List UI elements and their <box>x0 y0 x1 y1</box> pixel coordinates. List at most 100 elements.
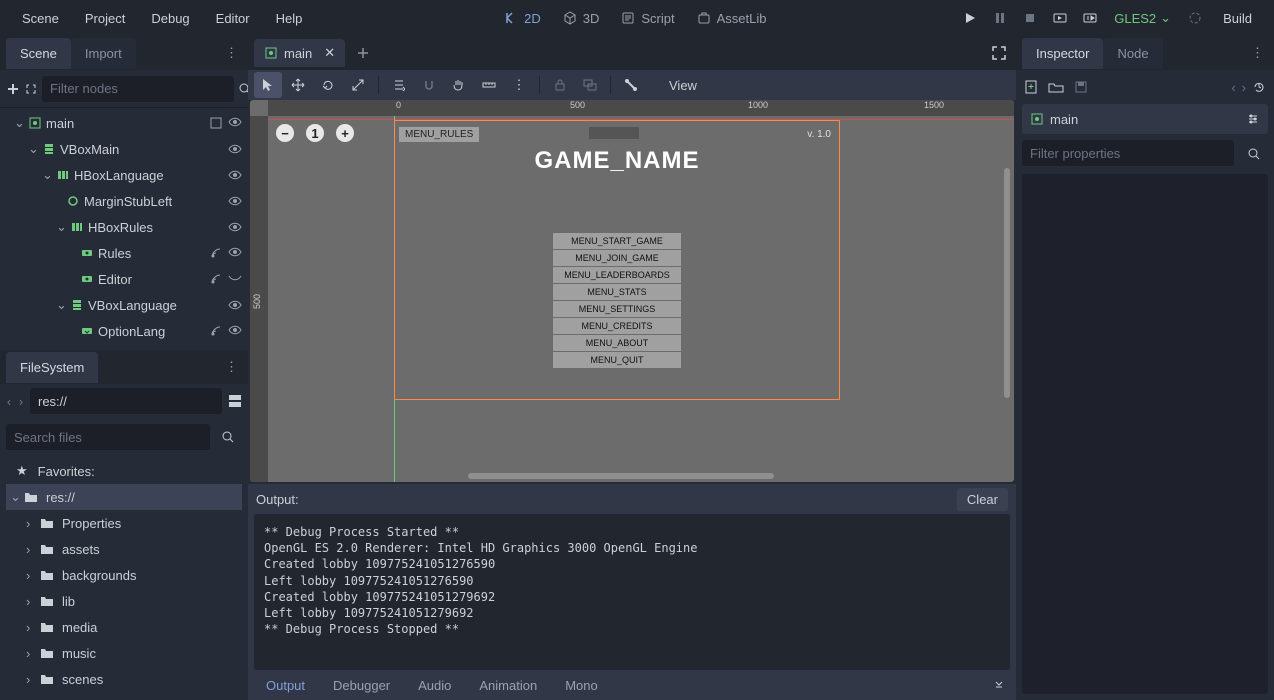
fs-folder[interactable]: ›scenes <box>6 666 242 692</box>
scale-tool[interactable] <box>344 72 372 98</box>
mode-3d[interactable]: 3D <box>553 5 610 32</box>
ruler-tool[interactable] <box>475 72 503 98</box>
menu-help[interactable]: Help <box>264 5 315 32</box>
fs-folder[interactable]: ›Properties <box>6 510 242 536</box>
build-button[interactable]: Build <box>1211 5 1264 32</box>
pause-button[interactable] <box>986 4 1014 32</box>
zoom-out-button[interactable]: − <box>276 124 294 142</box>
save-resource-icon[interactable] <box>1074 80 1088 94</box>
lock-tool[interactable] <box>546 72 574 98</box>
tree-node-marginstubleft[interactable]: MarginStubLeft <box>6 188 242 214</box>
pan-tool[interactable] <box>445 72 473 98</box>
toolbar-more[interactable]: ⋮ <box>505 72 533 98</box>
game-canvas[interactable]: MENU_RULES v. 1.0 GAME_NAME MENU_START_G… <box>394 120 840 400</box>
history-back-icon[interactable]: ‹ <box>1231 80 1235 95</box>
dock-options-icon[interactable]: ⋮ <box>1241 45 1274 61</box>
visibility-icon[interactable] <box>228 117 242 129</box>
group-tool[interactable] <box>576 72 604 98</box>
tab-audio[interactable]: Audio <box>406 672 463 699</box>
visibility-icon[interactable] <box>228 300 242 310</box>
viewport[interactable]: 0 500 1000 1500 500 − 1 + <box>250 100 1014 482</box>
stop-button[interactable] <box>1016 4 1044 32</box>
close-icon[interactable]: ✕ <box>324 45 335 61</box>
fs-folder[interactable]: ›media <box>6 614 242 640</box>
nav-back-icon[interactable]: ‹ <box>6 387 12 415</box>
hidden-icon[interactable] <box>228 273 242 285</box>
visibility-icon[interactable] <box>228 144 242 154</box>
fs-search-input[interactable] <box>6 424 210 450</box>
nav-forward-icon[interactable]: › <box>18 387 24 415</box>
tab-animation[interactable]: Animation <box>467 672 549 699</box>
inspector-tab[interactable]: Inspector <box>1022 38 1103 69</box>
node-tab[interactable]: Node <box>1103 38 1162 69</box>
menu-editor[interactable]: Editor <box>204 5 262 32</box>
inspector-filter-input[interactable] <box>1022 140 1234 166</box>
tree-node-main[interactable]: ⌄main <box>6 110 242 136</box>
visibility-icon[interactable] <box>228 170 242 180</box>
mode-script[interactable]: Script <box>611 5 684 32</box>
scene-filter-input[interactable] <box>42 76 234 102</box>
menu-scene[interactable]: Scene <box>10 5 71 32</box>
renderer-select[interactable]: GLES2⌄ <box>1106 10 1179 26</box>
output-log[interactable]: ** Debug Process Started ** OpenGL ES 2.… <box>254 514 1010 670</box>
add-scene-tab[interactable] <box>349 43 377 63</box>
new-resource-icon[interactable] <box>1024 79 1038 95</box>
import-tab[interactable]: Import <box>71 38 136 69</box>
tree-node-vboxlanguage[interactable]: ⌄VBoxLanguage <box>6 292 242 318</box>
zoom-reset-button[interactable]: 1 <box>306 124 324 142</box>
visibility-icon[interactable] <box>228 222 242 232</box>
play-button[interactable] <box>956 4 984 32</box>
viewport-scrollbar-h[interactable] <box>468 473 774 479</box>
history-fwd-icon[interactable]: › <box>1242 80 1246 95</box>
list-select-tool[interactable] <box>385 72 413 98</box>
bone-tool[interactable] <box>617 72 645 98</box>
move-tool[interactable] <box>284 72 312 98</box>
instance-scene-button[interactable] <box>24 75 38 103</box>
play-custom-button[interactable] <box>1076 4 1104 32</box>
history-icon[interactable] <box>1252 80 1266 95</box>
fs-view-mode-icon[interactable] <box>228 387 242 415</box>
tree-node-optionlang[interactable]: OptionLang <box>6 318 242 344</box>
visibility-icon[interactable] <box>228 325 242 337</box>
visibility-icon[interactable] <box>228 247 242 259</box>
signal-icon[interactable] <box>210 247 222 259</box>
signal-icon[interactable] <box>210 273 222 285</box>
viewport-scrollbar-v[interactable] <box>1004 168 1010 398</box>
fs-folder[interactable]: ›backgrounds <box>6 562 242 588</box>
mode-2d[interactable]: 2D <box>494 5 551 32</box>
search-icon[interactable] <box>1240 140 1268 168</box>
add-node-button[interactable] <box>6 75 20 103</box>
rotate-tool[interactable] <box>314 72 342 98</box>
fs-folder[interactable]: ›lib <box>6 588 242 614</box>
play-scene-button[interactable] <box>1046 4 1074 32</box>
tab-mono[interactable]: Mono <box>553 672 610 699</box>
fs-folder[interactable]: ›assets <box>6 536 242 562</box>
menu-debug[interactable]: Debug <box>139 5 201 32</box>
fs-root[interactable]: ⌄res:// <box>6 484 242 510</box>
distraction-free-icon[interactable] <box>988 42 1010 64</box>
script-icon[interactable] <box>210 117 222 129</box>
select-tool[interactable] <box>254 72 282 98</box>
visibility-icon[interactable] <box>228 196 242 206</box>
tree-node-hboxlanguage[interactable]: ⌄HBoxLanguage <box>6 162 242 188</box>
load-resource-icon[interactable] <box>1048 81 1064 93</box>
tree-node-hboxrules[interactable]: ⌄HBoxRules <box>6 214 242 240</box>
clear-button[interactable]: Clear <box>957 488 1008 511</box>
fs-favorites[interactable]: ★Favorites: <box>6 458 242 484</box>
settings-icon[interactable] <box>1246 112 1260 126</box>
menu-project[interactable]: Project <box>73 5 137 32</box>
scene-file-tab[interactable]: main ✕ <box>254 39 345 67</box>
fs-folder[interactable]: ›music <box>6 640 242 666</box>
tree-node-editor[interactable]: Editor <box>6 266 242 292</box>
view-menu[interactable]: View <box>659 74 707 97</box>
signal-icon[interactable] <box>210 325 222 337</box>
tree-node-rules[interactable]: Rules <box>6 240 242 266</box>
dock-options-icon[interactable]: ⋮ <box>215 359 248 375</box>
tab-debugger[interactable]: Debugger <box>321 672 402 699</box>
filesystem-tab[interactable]: FileSystem <box>6 352 98 383</box>
tab-output[interactable]: Output <box>254 672 317 699</box>
search-icon[interactable] <box>214 423 242 451</box>
dock-options-icon[interactable]: ⋮ <box>215 45 248 61</box>
tree-node-vboxmain[interactable]: ⌄VBoxMain <box>6 136 242 162</box>
inspector-node[interactable]: main <box>1022 104 1268 134</box>
